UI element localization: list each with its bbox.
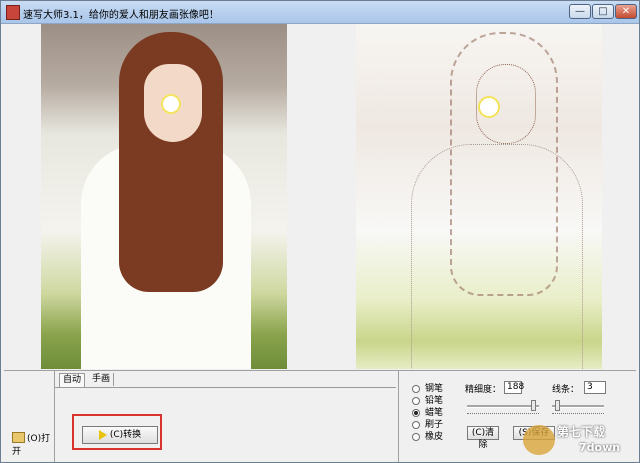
site-watermark: 第七下载 7down <box>521 421 636 459</box>
brush-radio-group: 钢笔 铅笔 蜡笔 刷子 橡皮 <box>412 383 462 443</box>
window-title: 速写大师3.1，给你的爱人和朋友画张像吧！ <box>23 10 219 21</box>
brush-option-pen[interactable]: 钢笔 <box>412 383 462 395</box>
tab-auto[interactable]: 自动 <box>59 373 86 387</box>
slider-track <box>467 405 539 408</box>
sketch-preview <box>356 24 602 369</box>
lines-slider[interactable] <box>552 399 604 414</box>
brush-label: 钢笔 <box>425 384 444 394</box>
lines-field[interactable]: 3 <box>584 381 606 394</box>
brush-label: 蜡笔 <box>425 408 444 418</box>
slider-thumb[interactable] <box>555 400 560 411</box>
watermark-sub: 7down <box>579 441 621 454</box>
maximize-button[interactable]: □ <box>592 4 614 19</box>
mode-tabs: 自动 手画 (C)转换 <box>54 371 399 462</box>
watermark-logo-icon <box>523 425 555 455</box>
close-button[interactable]: ✕ <box>615 4 637 19</box>
radio-pen[interactable] <box>412 384 420 393</box>
brush-label: 橡皮 <box>425 432 444 442</box>
title-bar: 速写大师3.1，给你的爱人和朋友画张像吧！ — □ ✕ <box>1 1 639 24</box>
detail-field[interactable]: 188 <box>504 381 524 394</box>
original-photo <box>41 24 287 369</box>
folder-icon <box>12 432 25 443</box>
watermark-name: 第七下载 <box>557 425 606 439</box>
brush-option-eraser[interactable]: 橡皮 <box>412 431 462 443</box>
app-window: 速写大师3.1，给你的爱人和朋友画张像吧！ — □ ✕ (O)打开 自动 手画 <box>0 0 640 463</box>
detail-slider[interactable] <box>467 399 539 414</box>
tab-divider <box>55 387 396 388</box>
brush-label: 刷子 <box>425 420 444 430</box>
slider-ticks <box>467 413 539 417</box>
brush-option-crayon[interactable]: 蜡笔 <box>412 407 462 419</box>
radio-crayon[interactable] <box>412 408 420 417</box>
client-area: (O)打开 自动 手画 (C)转换 钢笔 铅笔 蜡笔 刷子 橡皮 精细度： 18… <box>4 24 636 462</box>
radio-pencil[interactable] <box>412 396 420 405</box>
photo-flower <box>161 94 181 114</box>
radio-eraser[interactable] <box>412 432 420 441</box>
open-button[interactable]: (O)打开 <box>11 430 55 457</box>
brush-option-brush[interactable]: 刷子 <box>412 419 462 431</box>
lines-label: 线条： <box>552 385 580 395</box>
sketch-flower <box>478 96 500 118</box>
brush-option-pencil[interactable]: 铅笔 <box>412 395 462 407</box>
detail-label: 精细度： <box>465 385 502 395</box>
tab-manual[interactable]: 手画 <box>89 373 115 386</box>
highlight-box <box>72 414 162 450</box>
slider-ticks <box>552 413 604 417</box>
app-icon <box>6 5 20 20</box>
minimize-button[interactable]: — <box>569 4 591 19</box>
slider-thumb[interactable] <box>531 400 536 411</box>
radio-brush[interactable] <box>412 420 420 429</box>
clear-button[interactable]: (C)清除 <box>467 426 499 450</box>
brush-label: 铅笔 <box>425 396 444 406</box>
